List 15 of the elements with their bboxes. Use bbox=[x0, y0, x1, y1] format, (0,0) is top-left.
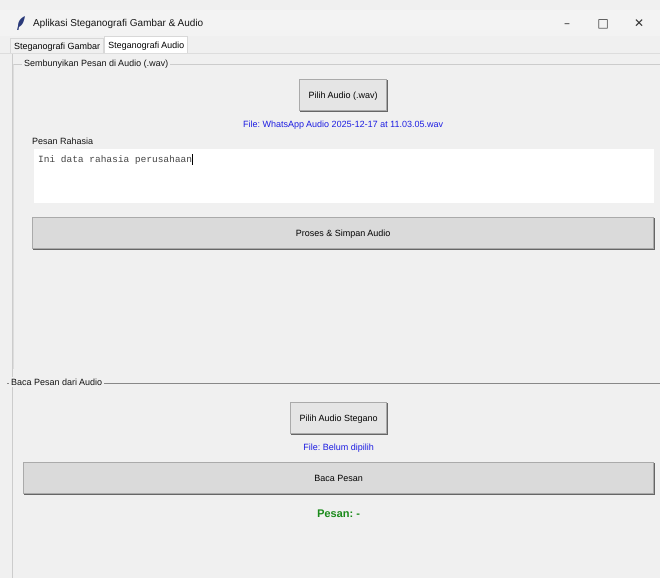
process-button[interactable]: Proses & Simpan Audio bbox=[32, 217, 654, 249]
message-field[interactable]: Ini data rahasia perusahaan bbox=[34, 149, 654, 203]
choose-audio-button[interactable]: Pilih Audio (.wav) bbox=[299, 79, 387, 111]
result-label: Pesan: - bbox=[317, 508, 360, 520]
window-title: Aplikasi Steganografi Gambar & Audio bbox=[33, 18, 204, 28]
file-label: File: WhatsApp Audio 2025-12-17 at 11.03.05.wav bbox=[243, 119, 443, 129]
choose-audio-button[interactable]: Pilih Audio Stegano bbox=[290, 402, 387, 434]
tab[interactable]: Steganografi Audio bbox=[104, 36, 188, 53]
read-button[interactable]: Baca Pesan bbox=[23, 462, 654, 494]
section-title: Baca Pesan dari Audio bbox=[9, 377, 104, 387]
message-label: Pesan Rahasia bbox=[32, 136, 94, 146]
tab[interactable]: Steganografi Gambar bbox=[10, 38, 104, 53]
section-title: Sembunyikan Pesan di Audio (.wav) bbox=[22, 58, 170, 68]
feather-icon bbox=[16, 16, 26, 30]
file-label: File: Belum dipilih bbox=[303, 442, 374, 452]
